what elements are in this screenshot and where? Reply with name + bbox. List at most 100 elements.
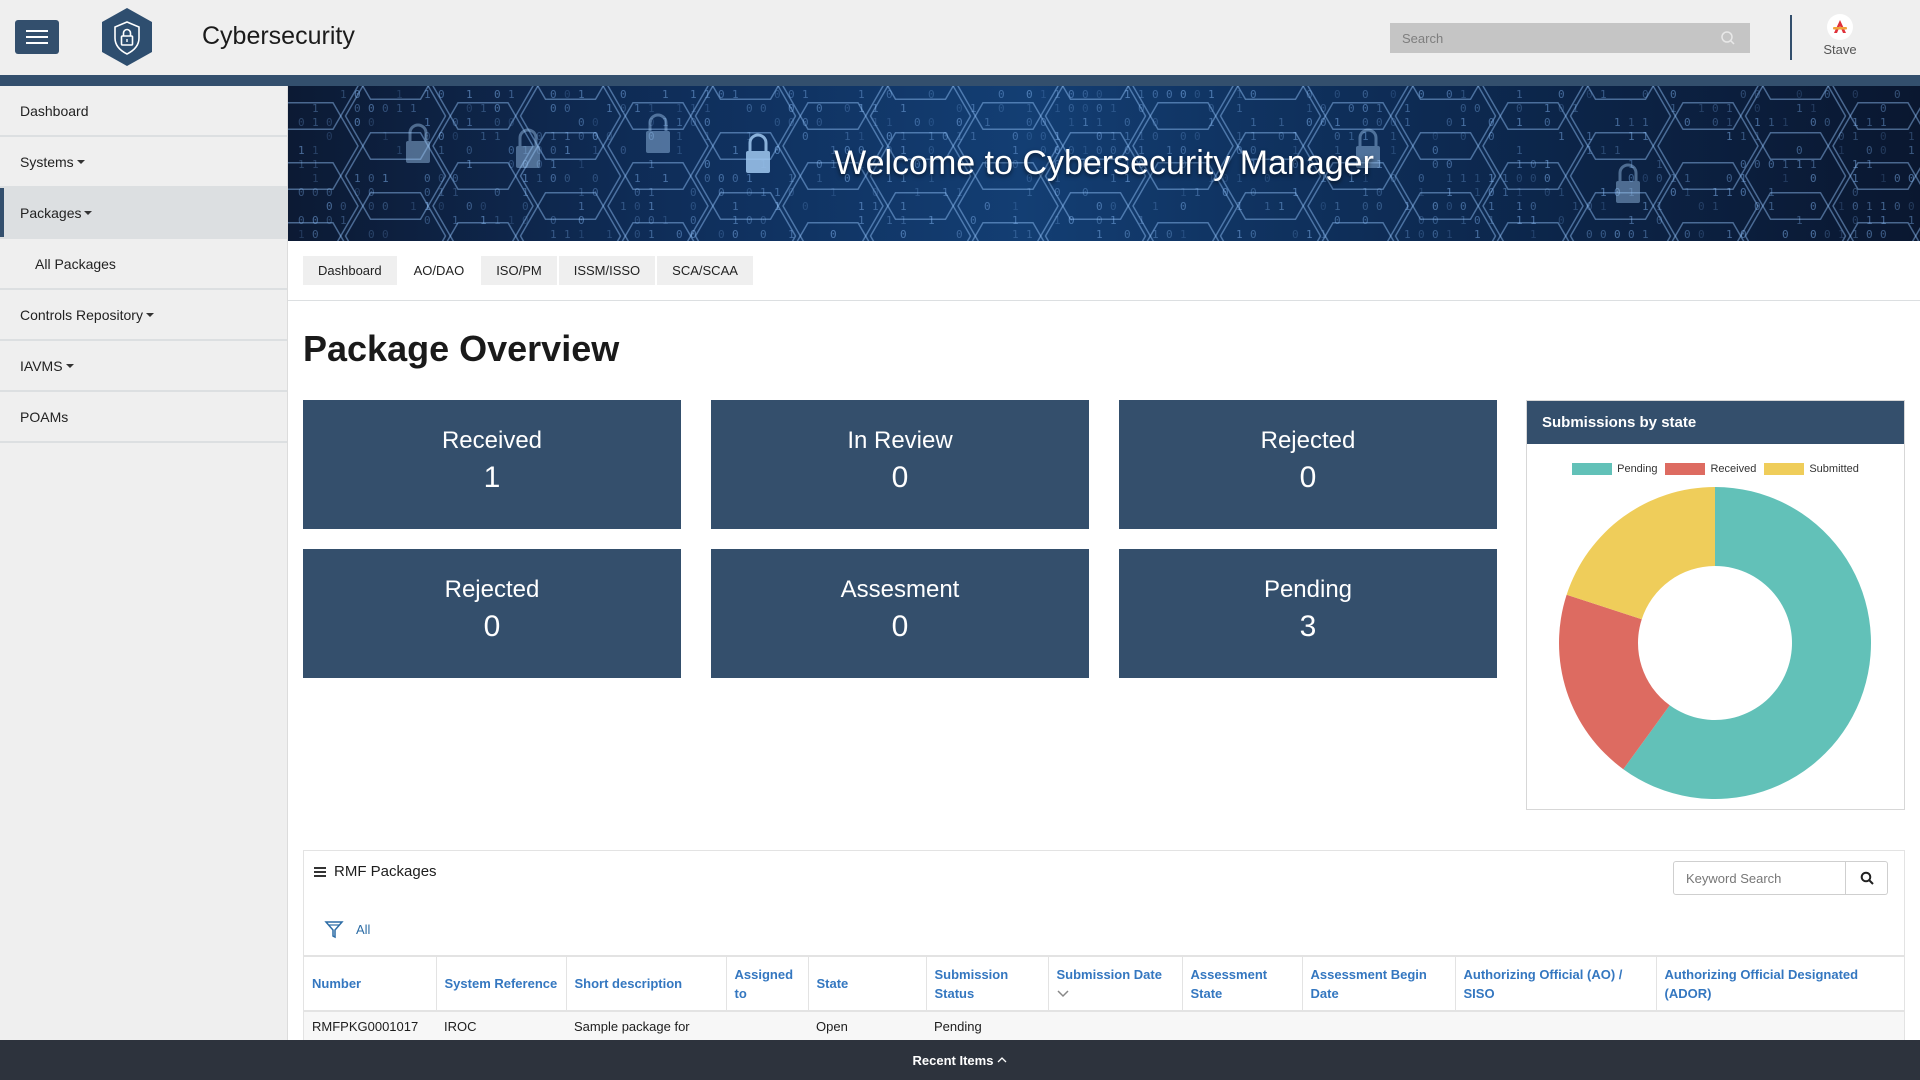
binary-digit: 0 [1544, 116, 1551, 129]
binary-digit: 0 [1614, 228, 1621, 241]
donut-slice-submitted[interactable] [1566, 487, 1715, 620]
lock-icon [1616, 181, 1640, 203]
column-header-number[interactable]: Number [304, 955, 437, 1012]
binary-digit: 1 [858, 130, 865, 143]
table-row[interactable]: RMFPKG0001017 IROC Sample package for Op… [304, 1011, 1904, 1041]
recent-items-bar[interactable]: Recent Items [0, 1040, 1920, 1080]
legend-item-submitted[interactable]: Submitted [1764, 463, 1859, 475]
binary-digit: 1 [1474, 228, 1481, 241]
column-header-assigned-to[interactable]: Assigned to [726, 955, 809, 1012]
sidebar-item-systems[interactable]: Systems [0, 137, 287, 188]
search-icon[interactable] [1720, 30, 1736, 46]
stat-card-rejected[interactable]: Rejected 0 [1119, 400, 1497, 529]
tab-issm-isso[interactable]: ISSM/ISSO [558, 256, 656, 285]
binary-digit: 1 [1250, 130, 1257, 143]
binary-digit: 0 [690, 186, 697, 199]
tab-ao-dao[interactable]: AO/DAO [398, 256, 480, 285]
binary-digit: 0 [690, 200, 697, 213]
stat-card-received[interactable]: Received 1 [303, 400, 681, 529]
binary-digit: 0 [634, 214, 641, 227]
column-header-submission-date[interactable]: Submission Date [1048, 955, 1183, 1012]
sidebar-item-label: All Packages [35, 255, 116, 272]
binary-digit: 0 [494, 186, 501, 199]
stat-card-value: 0 [483, 610, 501, 643]
tab-sca-scaa[interactable]: SCA/SCAA [657, 256, 753, 285]
binary-digit: 1 [1404, 116, 1411, 129]
user-menu[interactable]: Stave [1810, 14, 1870, 57]
binary-digit: 0 [1362, 116, 1369, 129]
legend-item-pending[interactable]: Pending [1572, 463, 1657, 475]
legend-item-received[interactable]: Received [1665, 463, 1756, 475]
global-search-input[interactable] [1390, 23, 1750, 53]
binary-digit: 1 [886, 116, 893, 129]
sidebar-item-iavms[interactable]: IAVMS [0, 341, 287, 392]
cell-assigned-to [726, 1011, 808, 1041]
table-header-row: Number System Reference Short descriptio… [304, 955, 1904, 1012]
shield-lock-logo-icon[interactable] [100, 7, 154, 67]
list-menu-icon[interactable] [314, 866, 326, 878]
binary-digit: 0 [676, 228, 683, 241]
binary-digit: 0 [1362, 102, 1369, 115]
binary-digit: 1 [1628, 116, 1635, 129]
sidebar-item-controls-repository[interactable]: Controls Repository [0, 290, 287, 341]
keyword-search-input[interactable] [1673, 861, 1846, 895]
binary-digit: 1 [830, 186, 837, 199]
sidebar-item-dashboard[interactable]: Dashboard [0, 86, 287, 137]
binary-digit: 1 [802, 88, 809, 101]
binary-digit: 1 [1838, 200, 1845, 213]
column-header-assessment-begin-date[interactable]: Assessment Begin Date [1302, 955, 1456, 1012]
binary-digit: 1 [1096, 228, 1103, 241]
binary-digit: 0 [1362, 214, 1369, 227]
binary-digit: 1 [1194, 186, 1201, 199]
role-tabs: Dashboard AO/DAO ISO/PM ISSM/ISSO SCA/SC… [303, 256, 753, 285]
column-header-authorizing-official-designated[interactable]: Authorizing Official Designated (ADOR) [1656, 955, 1904, 1012]
sidebar-item-poams[interactable]: POAMs [0, 392, 287, 443]
stat-card-assessment[interactable]: Assesment 0 [711, 549, 1089, 678]
binary-digit: 0 [1852, 200, 1859, 213]
binary-digit: 0 [1740, 88, 1747, 101]
hamburger-menu-button[interactable] [15, 20, 59, 54]
stat-card-pending[interactable]: Pending 3 [1119, 549, 1497, 678]
binary-digit: 0 [1684, 116, 1691, 129]
binary-digit: 1 [396, 102, 403, 115]
binary-digit: 1 [676, 102, 683, 115]
binary-digit: 1 [1530, 228, 1537, 241]
binary-digit: 1 [1880, 214, 1887, 227]
column-header-authorizing-official[interactable]: Authorizing Official (AO) / SISO [1455, 955, 1657, 1012]
binary-digit: 1 [1796, 214, 1803, 227]
tab-dashboard[interactable]: Dashboard [303, 256, 397, 285]
binary-digit: 1 [1740, 130, 1747, 143]
binary-digit: 0 [1824, 116, 1831, 129]
binary-digit: 1 [1600, 200, 1607, 213]
binary-digit: 1 [1488, 200, 1495, 213]
column-header-submission-status[interactable]: Submission Status [926, 955, 1049, 1012]
column-header-short-description[interactable]: Short description [566, 955, 727, 1012]
binary-digit: 0 [494, 116, 501, 129]
header-divider [1790, 15, 1792, 60]
binary-digit: 0 [1698, 228, 1705, 241]
column-header-state[interactable]: State [808, 955, 927, 1012]
stat-card-in-review[interactable]: In Review 0 [711, 400, 1089, 529]
binary-digit: 1 [1040, 88, 1047, 101]
binary-digit: 1 [1642, 200, 1649, 213]
cell-short-description: Sample package for [566, 1011, 726, 1041]
cell-authorizing-official [1455, 1011, 1656, 1041]
binary-digit: 0 [382, 200, 389, 213]
sort-chevron-down-icon[interactable] [1056, 989, 1069, 998]
cell-assessment-state [1182, 1011, 1302, 1041]
column-header-system-reference[interactable]: System Reference [436, 955, 567, 1012]
cell-number[interactable]: RMFPKG0001017 [304, 1011, 436, 1041]
binary-digit: 0 [1754, 102, 1761, 115]
tab-iso-pm[interactable]: ISO/PM [481, 256, 557, 285]
sidebar-item-all-packages[interactable]: All Packages [0, 239, 287, 290]
keyword-search-button[interactable] [1846, 861, 1888, 895]
sidebar-item-packages[interactable]: Packages [0, 188, 287, 239]
column-header-assessment-state[interactable]: Assessment State [1182, 955, 1303, 1012]
filter-all[interactable]: All [324, 919, 370, 939]
cell-submission-status: Pending [926, 1011, 1048, 1041]
binary-digit: 0 [480, 200, 487, 213]
binary-digit: 1 [1726, 130, 1733, 143]
binary-digit: 0 [746, 102, 753, 115]
binary-digit: 1 [1768, 200, 1775, 213]
stat-card-rejected-2[interactable]: Rejected 0 [303, 549, 681, 678]
